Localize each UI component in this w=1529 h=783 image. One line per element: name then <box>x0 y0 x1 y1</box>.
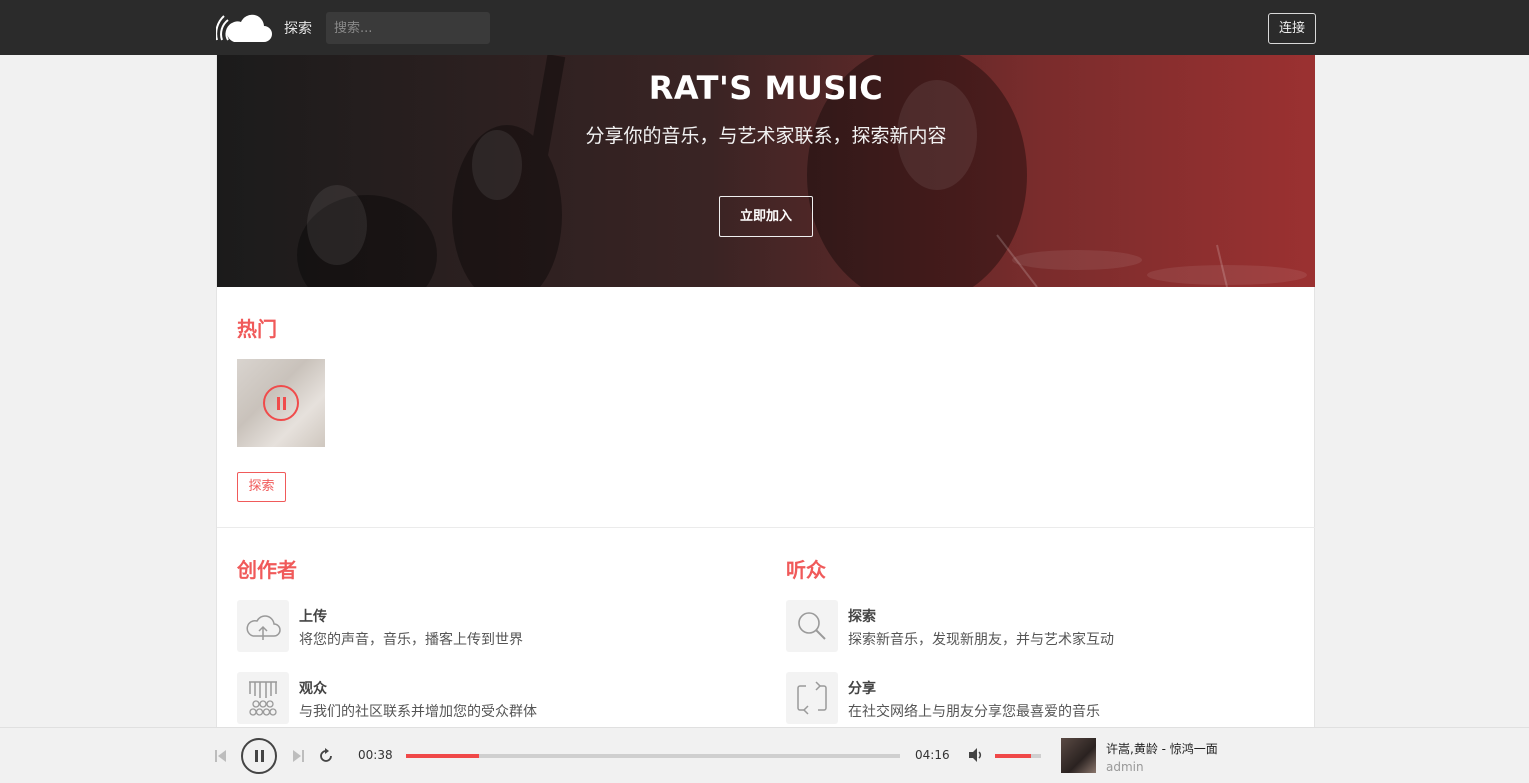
volume-fill <box>995 754 1031 758</box>
now-playing-title[interactable]: 许嵩,黄龄 - 惊鸿一面 <box>1106 740 1218 757</box>
play-pause-button[interactable] <box>241 738 277 774</box>
search-icon <box>798 612 826 640</box>
current-time: 00:38 <box>358 748 393 762</box>
next-track-icon[interactable] <box>291 749 305 763</box>
pause-icon[interactable] <box>263 385 299 421</box>
cloud-logo-icon[interactable] <box>216 10 272 46</box>
feature-title: 观众 <box>299 681 327 697</box>
previous-track-icon[interactable] <box>214 749 228 763</box>
hero-subtitle: 分享你的音乐，与艺术家联系，探索新内容 <box>585 125 947 147</box>
feature-title: 分享 <box>848 681 876 697</box>
feature-audience: 观众 与我们的社区联系并增加您的受众群体 <box>237 672 717 726</box>
share-icon <box>797 681 827 715</box>
cloud-upload-icon <box>246 615 281 640</box>
hot-track-tile[interactable] <box>237 359 325 447</box>
hero-title: RAT'S MUSIC <box>648 69 884 107</box>
feature-description: 将您的声音，音乐，播客上传到世界 <box>299 632 523 648</box>
feature-title: 上传 <box>299 609 327 625</box>
feature-explore: 探索 探索新音乐，发现新朋友，并与艺术家互动 <box>786 600 1266 654</box>
nav-explore-link[interactable]: 探索 <box>284 18 312 38</box>
hero-banner: RAT'S MUSIC 分享你的音乐，与艺术家联系，探索新内容 立即加入 <box>217 55 1315 287</box>
feature-description: 探索新音乐，发现新朋友，并与艺术家互动 <box>848 632 1114 648</box>
listeners-section-title: 听众 <box>786 558 826 582</box>
feature-upload: 上传 将您的声音，音乐，播客上传到世界 <box>237 600 717 654</box>
progress-fill <box>406 754 480 758</box>
audience-icon <box>249 681 277 716</box>
search-input[interactable] <box>326 12 490 44</box>
feature-description: 在社交网络上与朋友分享您最喜爱的音乐 <box>848 704 1100 720</box>
main-container: RAT'S MUSIC 分享你的音乐，与艺术家联系，探索新内容 立即加入 热门 … <box>216 55 1315 727</box>
repeat-icon[interactable] <box>318 748 334 764</box>
explore-button[interactable]: 探索 <box>237 472 286 502</box>
album-cover-thumbnail[interactable] <box>1061 738 1096 773</box>
progress-bar[interactable] <box>406 754 900 758</box>
top-nav: 探索 连接 <box>0 0 1529 55</box>
audio-player-bar: 00:38 04:16 许嵩,黄龄 - 惊鸿一面 admin <box>0 727 1529 783</box>
hot-section-title: 热门 <box>237 317 277 341</box>
creators-section-title: 创作者 <box>237 558 297 582</box>
feature-share: 分享 在社交网络上与朋友分享您最喜爱的音乐 <box>786 672 1266 726</box>
feature-description: 与我们的社区联系并增加您的受众群体 <box>299 704 537 720</box>
connect-button[interactable]: 连接 <box>1268 13 1316 44</box>
now-playing-user[interactable]: admin <box>1106 760 1144 774</box>
total-time: 04:16 <box>915 748 950 762</box>
feature-title: 探索 <box>848 609 876 625</box>
volume-slider[interactable] <box>995 754 1041 758</box>
section-divider <box>217 527 1315 528</box>
volume-icon[interactable] <box>968 747 986 763</box>
join-now-button[interactable]: 立即加入 <box>719 196 813 237</box>
